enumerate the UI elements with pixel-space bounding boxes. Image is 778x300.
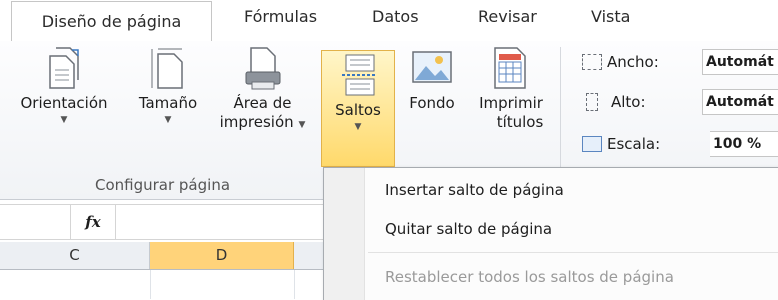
tab-page-layout[interactable]: Diseño de página (11, 1, 212, 41)
background-image-icon (412, 51, 452, 83)
scale-icon (582, 136, 602, 152)
size-button[interactable]: Tamaño ▼ (128, 46, 208, 127)
print-titles-icon (494, 47, 526, 89)
chevron-down-icon: ▼ (354, 122, 362, 132)
menu-item-insert-page-break[interactable]: Insertar salto de página (385, 181, 564, 199)
breaks-button[interactable]: Saltos ▼ (321, 50, 395, 167)
menu-separator (368, 252, 778, 253)
tab-formulas-label: Fórmulas (244, 7, 318, 26)
width-select[interactable]: Automát (702, 49, 778, 75)
print-titles-label-line1: Imprimir (479, 94, 543, 112)
print-titles-label-line2: títulos (496, 113, 544, 131)
column-header-d[interactable]: D (150, 242, 294, 269)
scale-input[interactable]: 100 % (710, 131, 778, 157)
size-label: Tamaño (138, 94, 198, 112)
tab-review[interactable]: Revisar (478, 7, 537, 26)
menu-icon-gutter (324, 168, 365, 300)
breaks-dropdown-menu: Insertar salto de página Quitar salto de… (323, 167, 778, 300)
print-area-icon (245, 47, 280, 90)
height-label: Alto: (611, 93, 646, 111)
grid-line (150, 270, 151, 299)
page-breaks-icon (342, 54, 376, 96)
ribbon-tab-bar: Diseño de página Fórmulas Datos Revisar … (0, 0, 778, 42)
height-icon (586, 93, 598, 111)
print-area-label-line1: Área de (233, 94, 292, 112)
menu-item-reset-all-page-breaks[interactable]: Restablecer todos los saltos de página (385, 268, 674, 286)
page-size-icon (151, 48, 183, 89)
insert-function-button[interactable]: fx (70, 205, 116, 239)
background-button[interactable]: Fondo (398, 46, 466, 113)
menu-item-remove-page-break[interactable]: Quitar salto de página (385, 220, 552, 238)
tab-data[interactable]: Datos (372, 7, 419, 26)
tab-formulas[interactable]: Fórmulas (244, 7, 317, 26)
tab-view[interactable]: Vista (591, 7, 630, 26)
width-row: Ancho: Automát (582, 49, 778, 75)
width-label: Ancho: (607, 53, 659, 71)
group-label-page-setup: Configurar página (94, 176, 231, 194)
column-header-c[interactable]: C (0, 242, 150, 269)
width-icon (582, 54, 602, 70)
orientation-icon (49, 47, 79, 89)
print-area-button[interactable]: Área de impresión ▼ (210, 46, 315, 135)
breaks-label: Saltos (335, 101, 381, 119)
print-titles-button[interactable]: Imprimir títulos (468, 46, 554, 132)
orientation-label: Orientación (20, 94, 108, 112)
orientation-button[interactable]: Orientación ▼ (4, 46, 124, 127)
print-area-label-text: impresión (219, 113, 294, 131)
height-row: Alto: Automát (582, 89, 778, 115)
scale-label: Escala: (607, 135, 661, 153)
chevron-down-icon: ▼ (298, 120, 306, 130)
grid-line (294, 270, 295, 299)
tab-view-label: Vista (591, 7, 631, 26)
tab-page-layout-label: Diseño de página (41, 12, 182, 31)
print-area-label-line2: impresión ▼ (220, 113, 306, 131)
chevron-down-icon: ▼ (60, 115, 68, 125)
tab-data-label: Datos (372, 7, 419, 26)
scale-row: Escala: 100 % (582, 131, 778, 157)
height-select[interactable]: Automát (702, 89, 778, 115)
chevron-down-icon: ▼ (164, 115, 172, 125)
background-label: Fondo (409, 94, 455, 112)
tab-review-label: Revisar (478, 7, 537, 26)
